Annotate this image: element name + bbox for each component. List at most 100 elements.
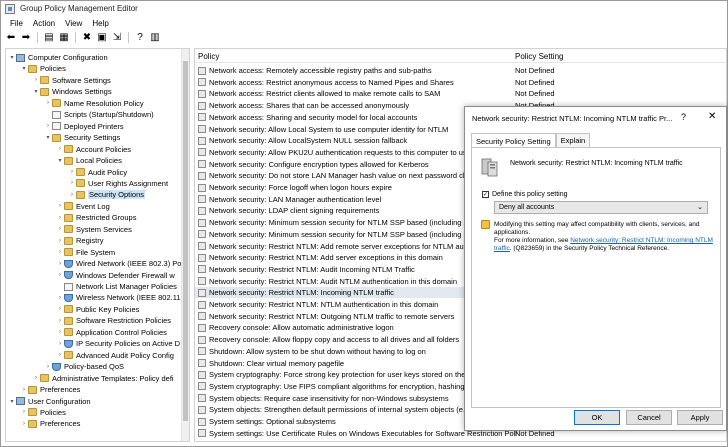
expand-icon[interactable]: › (44, 123, 52, 129)
tree-node-label: Windows Settings (52, 87, 112, 97)
menu-action[interactable]: Action (28, 19, 60, 28)
collapse-icon[interactable]: ▾ (44, 134, 52, 141)
tree-node[interactable]: › Account Policies (56, 144, 131, 155)
tree-node[interactable]: › User Rights Assignment (68, 178, 168, 189)
expand-icon[interactable]: › (56, 306, 64, 312)
tree-node-label: Scripts (Startup/Shutdown) (64, 110, 154, 120)
tree-node[interactable]: › Wired Network (IEEE 802.3) Po (56, 258, 181, 269)
folder-icon (52, 133, 61, 142)
cancel-button[interactable]: Cancel (626, 410, 672, 425)
tree-node[interactable]: Network List Manager Policies (56, 281, 177, 292)
tree-node[interactable]: ▾ Local Policies (56, 155, 121, 166)
expand-icon[interactable]: › (56, 272, 64, 278)
tree-node[interactable]: › Policies (20, 407, 66, 418)
tree-node[interactable]: › Name Resolution Policy (44, 98, 144, 109)
checkbox-box[interactable]: ✓ (482, 191, 489, 198)
collapse-icon[interactable]: ▾ (8, 54, 16, 61)
tree-node[interactable]: › Preferences (20, 384, 80, 395)
policy-row[interactable]: Network access: Restrict anonymous acces… (195, 77, 726, 88)
expand-icon[interactable]: › (20, 409, 28, 415)
tree-node[interactable]: › Audit Policy (68, 167, 127, 178)
policy-value-dropdown[interactable]: Deny all accounts ⌄ (494, 201, 708, 214)
expand-icon[interactable]: › (56, 249, 64, 255)
tree-node[interactable]: Scripts (Startup/Shutdown) (44, 109, 154, 120)
expand-icon[interactable]: › (20, 421, 28, 427)
tab-security-policy-setting[interactable]: Security Policy Setting (471, 133, 556, 148)
tree-node-label: Audit Policy (88, 167, 128, 177)
expand-icon[interactable]: › (56, 203, 64, 209)
expand-icon[interactable]: › (44, 100, 52, 106)
expand-icon[interactable]: › (68, 169, 76, 175)
expand-icon[interactable]: › (56, 352, 64, 358)
tree-node[interactable]: › Deployed Printers (44, 121, 124, 132)
forward-arrow-icon[interactable]: ➡ (20, 32, 32, 44)
expand-icon[interactable]: › (56, 329, 64, 335)
properties-icon[interactable]: ▣ (96, 32, 108, 44)
tree-node[interactable]: › Application Control Policies (56, 327, 167, 338)
tab-explain[interactable]: Explain (555, 133, 591, 147)
dialog-close-button[interactable]: ✕ (708, 111, 716, 122)
expand-icon[interactable]: › (20, 387, 28, 393)
back-arrow-icon[interactable]: ⬅ (5, 32, 17, 44)
tree-node[interactable]: › Software Settings (32, 75, 111, 86)
expand-icon[interactable]: › (68, 180, 76, 186)
column-header-policy-setting[interactable]: Policy Setting (515, 52, 563, 61)
export-list-icon[interactable]: ⇲ (111, 32, 123, 44)
policy-row[interactable]: Network access: Remotely accessible regi… (195, 65, 726, 76)
tree-node[interactable]: › System Services (56, 224, 132, 235)
tree-node[interactable]: ▾ Windows Settings (32, 86, 112, 97)
tree-node[interactable]: › Event Log (56, 201, 110, 212)
tree-node[interactable]: › Wireless Network (IEEE 802.11 (56, 292, 180, 303)
tree-node[interactable]: › Restricted Groups (56, 212, 136, 223)
folder-icon (52, 99, 61, 108)
up-folder-icon[interactable]: ▤ (43, 32, 55, 44)
expand-icon[interactable]: › (32, 375, 40, 381)
tree-node[interactable]: ▾ Security Settings (44, 132, 120, 143)
tree-node[interactable]: › Registry (56, 235, 104, 246)
collapse-icon[interactable]: ▾ (20, 65, 28, 72)
tree-node[interactable]: › Policy-based QoS (44, 361, 124, 372)
tree-scrollbar-thumb[interactable] (183, 61, 188, 421)
collapse-icon[interactable]: ▾ (32, 88, 40, 95)
expand-icon[interactable]: › (56, 146, 64, 152)
expand-icon[interactable]: › (56, 318, 64, 324)
tree-node[interactable]: › Windows Defender Firewall w (56, 270, 175, 281)
tree-node[interactable]: › Software Restriction Policies (56, 315, 171, 326)
define-policy-checkbox[interactable]: ✓ Define this policy setting (482, 191, 567, 198)
tree-node[interactable]: › Preferences (20, 418, 80, 429)
expand-icon[interactable]: › (32, 77, 40, 83)
menu-view[interactable]: View (60, 19, 87, 28)
tree-node[interactable]: › File System (56, 247, 115, 258)
column-header-policy[interactable]: Policy (198, 52, 219, 61)
tree-node[interactable]: › Public Key Policies (56, 304, 139, 315)
expand-icon[interactable]: › (56, 238, 64, 244)
collapse-icon[interactable]: ▾ (8, 398, 16, 405)
policy-setting-value: Not Defined (515, 77, 555, 87)
tree-node[interactable]: › Security Options (68, 189, 146, 200)
policy-row[interactable]: Network access: Restrict clients allowed… (195, 88, 726, 99)
action-pane-icon[interactable]: ▥ (149, 32, 161, 44)
expand-icon[interactable]: › (56, 295, 64, 301)
delete-icon[interactable]: ✖ (81, 32, 93, 44)
menu-file[interactable]: File (5, 19, 28, 28)
help-icon[interactable]: ? (134, 32, 146, 44)
dialog-help-button[interactable]: ? (681, 112, 686, 122)
expand-icon[interactable]: › (56, 341, 64, 347)
tree-node[interactable]: › Administrative Templates: Policy defi (32, 373, 174, 384)
tree-scrollbar[interactable] (181, 49, 189, 441)
expand-icon[interactable]: › (44, 364, 52, 370)
collapse-icon[interactable]: ▾ (56, 157, 64, 164)
show-tree-icon[interactable]: ▦ (58, 32, 70, 44)
expand-icon[interactable]: › (56, 226, 64, 232)
apply-button[interactable]: Apply (677, 410, 723, 425)
tree-node[interactable]: › IP Security Policies on Active D (56, 338, 180, 349)
expand-icon[interactable]: › (56, 215, 64, 221)
tree-node[interactable]: ▾ Policies (20, 63, 65, 74)
tree-node[interactable]: › Advanced Audit Policy Config (56, 350, 174, 361)
expand-icon[interactable]: › (56, 261, 64, 267)
menu-help[interactable]: Help (87, 19, 113, 28)
tree-node[interactable]: ▾ User Configuration (8, 396, 90, 407)
ok-button[interactable]: OK (574, 410, 620, 425)
tree-node[interactable]: ▾ Computer Configuration (8, 52, 107, 63)
expand-icon[interactable]: › (68, 192, 76, 198)
